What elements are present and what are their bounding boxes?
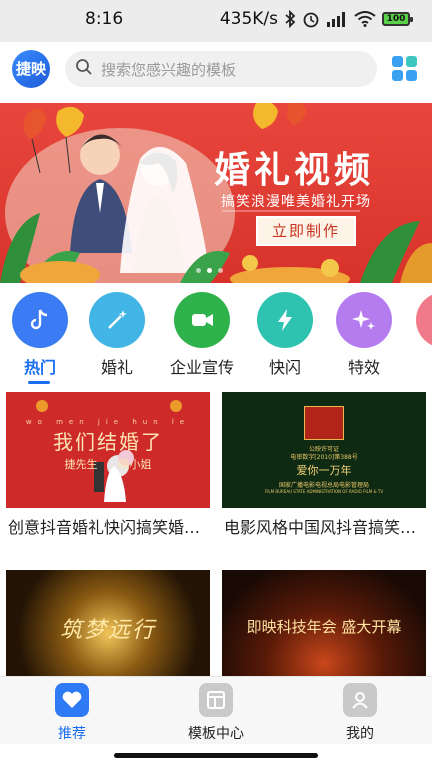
template-card[interactable]: 即映科技年会 盛大开幕: [222, 570, 426, 676]
network-speed: 435K/s: [219, 9, 278, 29]
template-card[interactable]: 筑梦远行: [6, 570, 210, 676]
heart-icon: [55, 683, 89, 717]
carousel-dot: [196, 268, 201, 273]
tab-template-center[interactable]: 模板中心: [166, 683, 266, 743]
carousel-indicator: [196, 268, 223, 273]
thumb-main-text: 即映科技年会 盛大开幕: [246, 618, 402, 636]
search-icon: [75, 58, 93, 80]
signal-icon: [326, 11, 348, 27]
category-grid-icon[interactable]: [392, 56, 418, 82]
app-header: 捷映 搜索您感兴趣的模板: [0, 42, 432, 100]
search-input[interactable]: 搜索您感兴趣的模板: [65, 51, 377, 87]
banner-carousel[interactable]: 婚礼视频 搞笑浪漫唯美婚礼开场 立即制作: [0, 103, 432, 283]
category-corporate[interactable]: 企业宣传: [162, 292, 242, 378]
wifi-icon: [354, 11, 376, 27]
active-category-indicator: [28, 381, 50, 384]
template-card[interactable]: 公映许可证 电审数字[2010]第388号 爱你一万年 国家广播电影电视总局电影…: [222, 392, 426, 538]
magic-wand-icon: [89, 292, 145, 348]
thumb-line2: 电审数字[2010]第388号: [290, 454, 358, 461]
banner-title: 婚礼视频: [214, 149, 375, 191]
tab-label: 我的: [346, 726, 374, 742]
thumb-main-text: 我们结婚了: [53, 430, 163, 454]
tab-label: 模板中心: [188, 726, 244, 742]
app-logo: 捷映: [12, 50, 50, 88]
category-wedding[interactable]: 婚礼: [77, 292, 157, 378]
category-row: 热门 婚礼 企业宣传 快闪 特效 免: [0, 292, 432, 384]
gift-icon: [416, 292, 432, 348]
thumb-line4: FILM BUREAU STATE ADMINISTRATION OF RADI…: [264, 489, 384, 494]
home-indicator: [114, 753, 318, 758]
template-thumbnail: 公映许可证 电审数字[2010]第388号 爱你一万年 国家广播电影电视总局电影…: [222, 392, 426, 508]
thumb-main-text: 爱你一万年: [296, 464, 352, 477]
category-label: 快闪: [268, 358, 301, 377]
thumb-line3: 国家广播电影电视总局电影管理局: [278, 482, 369, 489]
banner-cta-button[interactable]: 立即制作: [256, 216, 356, 246]
thumb-pinyin: wo men jie hun le: [25, 418, 191, 426]
carousel-dot: [218, 268, 223, 273]
tab-recommend[interactable]: 推荐: [22, 683, 122, 743]
battery-icon: 100: [382, 12, 413, 26]
tab-mine[interactable]: 我的: [310, 683, 410, 743]
dragon-logo-icon: [304, 406, 344, 440]
category-hot[interactable]: 热门: [0, 292, 80, 378]
category-flash[interactable]: 快闪: [245, 292, 325, 378]
template-thumbnail: 筑梦远行: [6, 570, 210, 676]
carousel-dot: [207, 268, 212, 273]
alarm-icon: [302, 10, 320, 28]
template-thumbnail: 即映科技年会 盛大开幕: [222, 570, 426, 676]
category-label: 特效: [347, 358, 380, 377]
template-icon: [199, 683, 233, 717]
search-placeholder: 搜索您感兴趣的模板: [101, 60, 237, 79]
template-grid: wo men jie hun le 我们结婚了 捷先生 映小姐 创意抖音婚礼快闪…: [0, 392, 432, 676]
category-label: 免: [404, 354, 432, 378]
status-time: 8:16: [85, 9, 124, 29]
category-free[interactable]: 免: [404, 292, 432, 378]
bottom-tab-bar: 推荐 模板中心 我的: [0, 676, 432, 744]
category-label: 婚礼: [100, 358, 133, 377]
status-icons: 435K/s 100: [219, 9, 413, 29]
tab-label: 推荐: [58, 726, 86, 742]
status-bar: 8:16 435K/s 100: [0, 0, 432, 42]
category-label: 热门: [23, 358, 56, 377]
sparkle-icon: [336, 292, 392, 348]
thumb-main-text: 筑梦远行: [59, 618, 156, 643]
bluetooth-icon: [284, 10, 296, 28]
banner-subtitle: 搞笑浪漫唯美婚礼开场: [221, 194, 371, 210]
category-label: 企业宣传: [169, 358, 234, 377]
template-title: 电影风格中国风抖音搞笑片头: [224, 518, 426, 537]
template-title: 创意抖音婚礼快闪搞笑婚礼开场: [8, 518, 210, 537]
category-effects[interactable]: 特效: [324, 292, 404, 378]
user-icon: [343, 683, 377, 717]
video-camera-icon: [174, 292, 230, 348]
thumb-names: 捷先生 映小姐: [64, 458, 152, 471]
tiktok-icon: [12, 292, 68, 348]
template-card[interactable]: wo men jie hun le 我们结婚了 捷先生 映小姐 创意抖音婚礼快闪…: [6, 392, 210, 538]
lightning-icon: [257, 292, 313, 348]
template-thumbnail: wo men jie hun le 我们结婚了 捷先生 映小姐: [6, 392, 210, 508]
